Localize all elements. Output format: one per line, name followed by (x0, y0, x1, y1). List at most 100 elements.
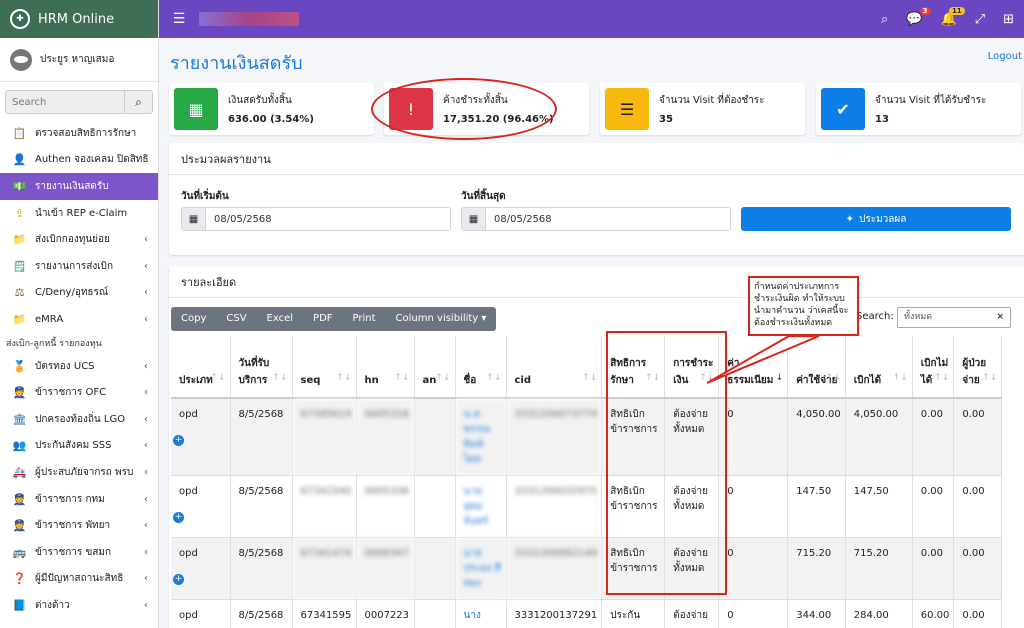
sidebar-section-header: ส่งเบิก-ลูกหนี้ รายกองทุน (6, 338, 102, 349)
col-cost[interactable]: ค่าใช้จ่าย ↑↓ (787, 336, 846, 399)
sidebar-item-authen[interactable]: 👤 Authen จองเคลม ปิดสิทธิ (0, 147, 158, 174)
chevron-left-icon: ‹ (144, 493, 148, 505)
col-patient-pay[interactable]: ผู้ป่วยจ่าย ↑↓ (953, 336, 1003, 399)
sidebar-item-deny[interactable]: ⚖ C/Deny/อุทธรณ์ ‹ (0, 280, 158, 307)
col-seq[interactable]: seq ↑↓ (292, 336, 357, 399)
card-visits-to-pay: ☰ จำนวน Visit ที่ต้องชำระ 35 (600, 83, 805, 135)
brand[interactable]: ✚ HRM Online (0, 0, 158, 38)
sidebar-item-bma[interactable]: 👮 ข้าราชการ กทม ‹ (0, 486, 158, 513)
col-hn[interactable]: hn ↑↓ (356, 336, 415, 399)
chevron-left-icon: ‹ (144, 520, 148, 532)
sidebar-item-import-rep[interactable]: ⇪ นำเข้า REP e-Claim (0, 200, 158, 227)
sidebar-item-status-problem[interactable]: ❓ ผู้มีปัญหาสถานะสิทธิ ‹ (0, 566, 158, 593)
col-right[interactable]: สิทธิการรักษา ↑↓ (601, 336, 666, 399)
expand-icon[interactable]: + (173, 435, 184, 446)
clear-icon[interactable]: × (996, 308, 1004, 327)
chevron-left-icon: ‹ (144, 287, 148, 299)
fullscreen-icon[interactable]: ⤢ (975, 12, 985, 27)
app-title: HRM Online (38, 11, 115, 27)
details-table: ประเภท ↑↓ วันที่รับบริการ ↑↓ seq ↑↓ hn ↑↓ an… (171, 336, 1003, 628)
table-search-input[interactable]: ทั้งหมด × (897, 307, 1011, 328)
passport-icon: 📘 (12, 598, 27, 612)
col-payment[interactable]: การชำระเงิน ↑↓ (664, 336, 720, 399)
copy-button[interactable]: Copy (171, 307, 216, 331)
chevron-left-icon: ‹ (144, 234, 148, 246)
end-date-field[interactable]: ▦ 08/05/2568 (461, 207, 731, 231)
building-icon: 🏛 (12, 412, 27, 426)
table-header-row: ประเภท ↑↓ วันที่รับบริการ ↑↓ seq ↑↓ hn ↑↓ an… (171, 336, 1003, 399)
sidebar-search: ⌕ (5, 90, 153, 114)
alert-icon: ! (389, 88, 433, 130)
process-panel: ประมวลผลรายงาน วันที่เริ่มต้น ▦ 08/05/25… (169, 143, 1024, 255)
sparkle-icon: ✦ (845, 213, 854, 225)
sidebar-item-accident[interactable]: 🚑 ผู้ประสบภัยจากรถ พรบ ‹ (0, 459, 158, 486)
menu-icon[interactable]: ☰ (159, 11, 199, 27)
col-cid[interactable]: cid ↑↓ (506, 336, 603, 399)
calendar-icon: ▦ (182, 208, 206, 230)
table-row[interactable]: opd + 8/5/2568 67345614 0005316 น.ส. พรรณ… (171, 397, 1003, 475)
topbar: ☰ ⌕ 💬 3 🔔 11 ⤢ ⊞ (159, 0, 1024, 38)
sidebar-item-emra[interactable]: 📁 eMRA ‹ (0, 306, 158, 333)
chevron-left-icon: ‹ (144, 466, 148, 478)
col-noclaim[interactable]: เบิกไม่ได้ ↑↓ (912, 336, 955, 399)
sidebar-item-ucs[interactable]: 🏅 บัตรทอง UCS ‹ (0, 353, 158, 380)
sidebar-item-lgo[interactable]: 🏛 ปกครองท้องถิ่น LGO ‹ (0, 406, 158, 433)
col-claim[interactable]: เบิกได้ ↑↓ (845, 336, 913, 399)
logout-link[interactable]: Logout (988, 51, 1022, 62)
gold-card-icon: 🏅 (12, 359, 27, 373)
sidebar-item-ofc[interactable]: 👮 ข้าราชการ OFC ‹ (0, 379, 158, 406)
start-date-label: วันที่เริ่มต้น (181, 191, 229, 202)
col-name[interactable]: ชื่อ ↑↓ (455, 336, 507, 399)
sidebar-item-pattaya[interactable]: 👮 ข้าราชการ พัทยา ‹ (0, 512, 158, 539)
avatar (10, 48, 32, 71)
excel-button[interactable]: Excel (257, 307, 304, 331)
table-row[interactable]: opd + 8/5/2568 67341540 0005336 นาย อุดม … (171, 474, 1003, 537)
col-date[interactable]: วันที่รับบริการ ↑↓ (230, 336, 293, 399)
sidebar-item-check-rights[interactable]: 📋 ตรวจสอบสิทธิการรักษา (0, 120, 158, 147)
sidebar-item-sub-fund[interactable]: 📁 ส่งเบิกกองทุนย่อย ‹ (0, 226, 158, 253)
sidebar-item-cash-report[interactable]: 💵 รายงานเงินสดรับ (0, 173, 158, 200)
officer-icon: 👮 (12, 492, 27, 506)
expand-icon[interactable]: + (173, 573, 184, 585)
question-icon: ❓ (12, 572, 27, 586)
chevron-left-icon: ‹ (144, 413, 148, 425)
sidebar-item-sss[interactable]: 👥 ประกันสังคม SSS ‹ (0, 433, 158, 460)
column-visibility-button[interactable]: Column visibility ▾ (386, 307, 497, 331)
table-row[interactable]: opd + 8/5/2568 67341474 0006347 นาย ประยง… (171, 536, 1003, 599)
user-panel[interactable]: ประยูร หาญเสมอ (0, 38, 158, 82)
search-icon[interactable]: ⌕ (124, 91, 152, 113)
sidebar-item-foreign[interactable]: 📘 ต่างด้าว ‹ (0, 592, 158, 619)
sidebar-item-bmta[interactable]: 🚌 ข้าราชการ ขสมก ‹ (0, 539, 158, 566)
doctor-icon: 👤 (12, 153, 27, 167)
process-button[interactable]: ✦ ประมวลผล (741, 207, 1011, 231)
col-fee[interactable]: ค่าธรรมเนียม ↓ (718, 336, 789, 399)
search-icon[interactable]: ⌕ (881, 12, 888, 27)
sidebar-search-input[interactable] (6, 91, 124, 113)
folder-icon: 📁 (12, 233, 27, 247)
col-type[interactable]: ประเภท ↑↓ (171, 336, 231, 399)
chat-icon[interactable]: 💬 3 (906, 6, 931, 27)
grid-icon[interactable]: ⊞ (1003, 12, 1014, 27)
sidebar: ✚ HRM Online ประยูร หาญเสมอ ⌕ 📋ตรวจสอบสิ… (0, 0, 159, 628)
chevron-left-icon: ‹ (144, 387, 148, 399)
list-check-icon: ☰ (605, 88, 649, 130)
expand-icon[interactable]: + (173, 511, 184, 523)
csv-button[interactable]: CSV (216, 307, 256, 331)
topbar-icons: ⌕ 💬 3 🔔 11 ⤢ ⊞ (881, 0, 1014, 38)
process-header: ประมวลผลรายงาน (169, 143, 1024, 175)
table-row[interactable]: opd+ 8/5/2568 67341595 0007223 นาง 33312… (171, 598, 1003, 628)
print-button[interactable]: Print (343, 307, 386, 331)
table-search-label: Search: (856, 311, 894, 322)
page-title: รายงานเงินสดรับ (170, 53, 303, 74)
bell-badge: 11 (948, 6, 965, 15)
clipboard-icon: 📋 (12, 126, 27, 140)
bus-icon: 🚌 (12, 545, 27, 559)
bell-icon[interactable]: 🔔 11 (941, 6, 965, 27)
calendar-icon: ▦ (462, 208, 486, 230)
chevron-left-icon: ‹ (144, 313, 148, 325)
pdf-button[interactable]: PDF (303, 307, 342, 331)
start-date-field[interactable]: ▦ 08/05/2568 (181, 207, 451, 231)
col-an[interactable]: an ↑↓ (414, 336, 456, 399)
sidebar-item-claim-report[interactable]: 🗒 รายงานการส่งเบิก ‹ (0, 253, 158, 280)
officer-icon: 👮 (12, 519, 27, 533)
